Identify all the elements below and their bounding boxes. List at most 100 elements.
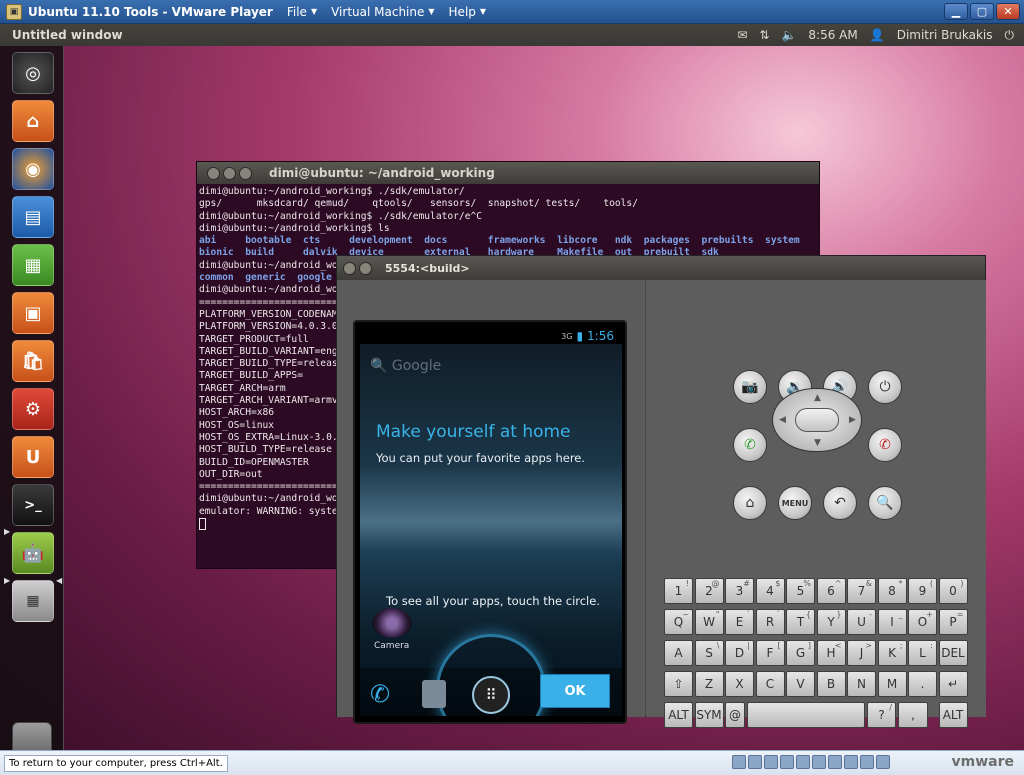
phone-app-icon[interactable]: ✆ <box>370 680 390 708</box>
keyboard-key[interactable]: N <box>847 671 876 697</box>
keyboard-key[interactable]: V <box>786 671 815 697</box>
power-icon[interactable]: ⏻ <box>1005 28 1015 43</box>
network-icon[interactable]: ⇅ <box>759 28 769 42</box>
system-settings-icon[interactable]: ⚙ <box>12 388 54 430</box>
message-icon[interactable] <box>844 755 858 769</box>
keyboard-key[interactable]: 9( <box>908 578 937 604</box>
call-button-icon[interactable]: ✆ <box>733 428 767 462</box>
keyboard-key[interactable]: K; <box>877 640 907 666</box>
keyboard-key[interactable]: 2 @ <box>694 578 724 604</box>
volume-icon[interactable]: 🔈 <box>781 28 796 42</box>
keyboard-key[interactable]: R ` <box>755 609 785 635</box>
keyboard-key[interactable]: . <box>908 671 937 697</box>
user-name[interactable]: Dimitri Brukakis <box>897 28 993 42</box>
usb-icon[interactable] <box>780 755 794 769</box>
mail-icon[interactable]: ✉ <box>737 28 747 42</box>
ok-button[interactable]: OK <box>540 674 610 708</box>
keyboard-key[interactable]: Z <box>694 671 724 697</box>
keyboard-key[interactable]: X <box>725 671 754 697</box>
back-button-icon[interactable]: ↶ <box>823 486 857 520</box>
android-emulator-window[interactable]: 5554:<build> 3G ▮ 1:56 🔍 Google Make you… <box>336 255 986 728</box>
network-adapter-icon[interactable] <box>764 755 778 769</box>
keyboard-key[interactable]: ALT <box>664 702 693 728</box>
impress-icon[interactable]: ▣ <box>12 292 54 334</box>
camera-button-icon[interactable]: 📷 <box>733 370 767 404</box>
keyboard-key[interactable]: 4 $ <box>755 578 785 604</box>
keyboard-key[interactable]: O + <box>908 609 937 635</box>
keyboard-key[interactable]: Q ~ <box>664 609 693 635</box>
space-key[interactable] <box>747 702 865 728</box>
keyboard-key[interactable]: M <box>877 671 907 697</box>
printer-icon[interactable] <box>812 755 826 769</box>
close-icon[interactable] <box>207 166 220 180</box>
search-button-icon[interactable]: 🔍 <box>868 486 902 520</box>
trash-icon[interactable] <box>12 722 52 750</box>
keyboard-key[interactable]: @ <box>725 702 745 728</box>
usb-device-icon[interactable] <box>876 755 890 769</box>
close-icon[interactable] <box>343 261 356 275</box>
keyboard-key[interactable]: Y} <box>816 609 846 635</box>
calc-icon[interactable]: ▦ <box>12 244 54 286</box>
minimize-button[interactable]: ▁ <box>944 3 968 20</box>
dpad-right-icon[interactable]: ▶ <box>849 415 856 425</box>
dash-home-icon[interactable]: ◎ <box>12 52 54 94</box>
software-center-icon[interactable]: 🛍 <box>12 340 54 382</box>
home-button-icon[interactable]: ⌂ <box>733 486 767 520</box>
keyboard-key[interactable]: SYM <box>694 702 724 728</box>
maximize-icon[interactable] <box>239 166 252 180</box>
dpad[interactable]: ▲ ▼ ◀ ▶ <box>772 388 862 452</box>
keyboard-key[interactable]: 7 & <box>847 578 876 604</box>
keyboard-key[interactable]: 5% <box>786 578 815 604</box>
keyboard-key[interactable]: 0) <box>938 578 968 604</box>
terminal-icon[interactable]: >_ <box>12 484 54 526</box>
usb-device-icon[interactable] <box>860 755 874 769</box>
keyboard-key[interactable]: 3 # <box>725 578 754 604</box>
keyboard-key[interactable]: , <box>898 702 928 728</box>
keyboard-key[interactable]: ↵ <box>938 671 968 697</box>
keyboard-key[interactable]: B <box>816 671 846 697</box>
dpad-up-icon[interactable]: ▲ <box>814 393 821 403</box>
keyboard-key[interactable]: 1! <box>664 578 693 604</box>
menu-help[interactable]: Help ▼ <box>449 5 487 19</box>
keyboard-key[interactable]: 8 * <box>877 578 907 604</box>
keyboard-key[interactable]: G] <box>786 640 815 666</box>
display-icon[interactable] <box>828 755 842 769</box>
keyboard-key[interactable]: T{ <box>786 609 815 635</box>
menu-virtual-machine[interactable]: Virtual Machine ▼ <box>331 5 434 19</box>
keyboard-key[interactable]: J > <box>847 640 876 666</box>
dpad-left-icon[interactable]: ◀ <box>779 415 786 425</box>
sound-icon[interactable] <box>796 755 810 769</box>
keyboard-key[interactable]: H < <box>816 640 846 666</box>
keyboard-key[interactable]: 6 ^ <box>816 578 846 604</box>
all-apps-button[interactable]: ⠿ <box>472 676 510 714</box>
keyboard-key[interactable]: L: <box>908 640 937 666</box>
keyboard-key[interactable]: A <box>664 640 693 666</box>
keyboard-key[interactable]: F[ <box>755 640 785 666</box>
keyboard-key[interactable]: S \ <box>694 640 724 666</box>
android-screen[interactable]: 3G ▮ 1:56 🔍 Google Make yourself at home… <box>360 328 622 716</box>
keyboard-key[interactable]: ? / <box>867 702 896 728</box>
workspace-switcher-icon[interactable]: ▦ <box>12 580 54 622</box>
contacts-app-icon[interactable] <box>422 680 446 708</box>
power-button-icon[interactable]: ⏻ <box>868 370 902 404</box>
close-button[interactable]: ✕ <box>996 3 1020 20</box>
google-search-bar[interactable]: 🔍 Google <box>370 358 441 374</box>
menu-button[interactable]: MENU <box>778 486 812 520</box>
menu-file[interactable]: File ▼ <box>287 5 317 19</box>
keyboard-key[interactable]: E ´ <box>725 609 754 635</box>
keyboard-key[interactable]: ALT <box>938 702 968 728</box>
minimize-icon[interactable] <box>223 166 236 180</box>
keyboard-key[interactable]: I _ <box>877 609 907 635</box>
firefox-icon[interactable]: ◉ <box>12 148 54 190</box>
camera-app-icon[interactable] <box>372 608 412 638</box>
keyboard-key[interactable]: ⇧ <box>664 671 693 697</box>
keyboard-key[interactable]: U- <box>847 609 876 635</box>
keyboard-key[interactable]: P = <box>938 609 968 635</box>
home-folder-icon[interactable]: ⌂ <box>12 100 54 142</box>
harddisk-icon[interactable] <box>732 755 746 769</box>
android-emulator-icon[interactable]: 🤖 <box>12 532 54 574</box>
keyboard-key[interactable]: W " <box>694 609 724 635</box>
ubuntu-one-icon[interactable]: U <box>12 436 54 478</box>
keyboard-key[interactable]: DEL <box>938 640 968 666</box>
clock[interactable]: 8:56 AM <box>808 28 857 42</box>
